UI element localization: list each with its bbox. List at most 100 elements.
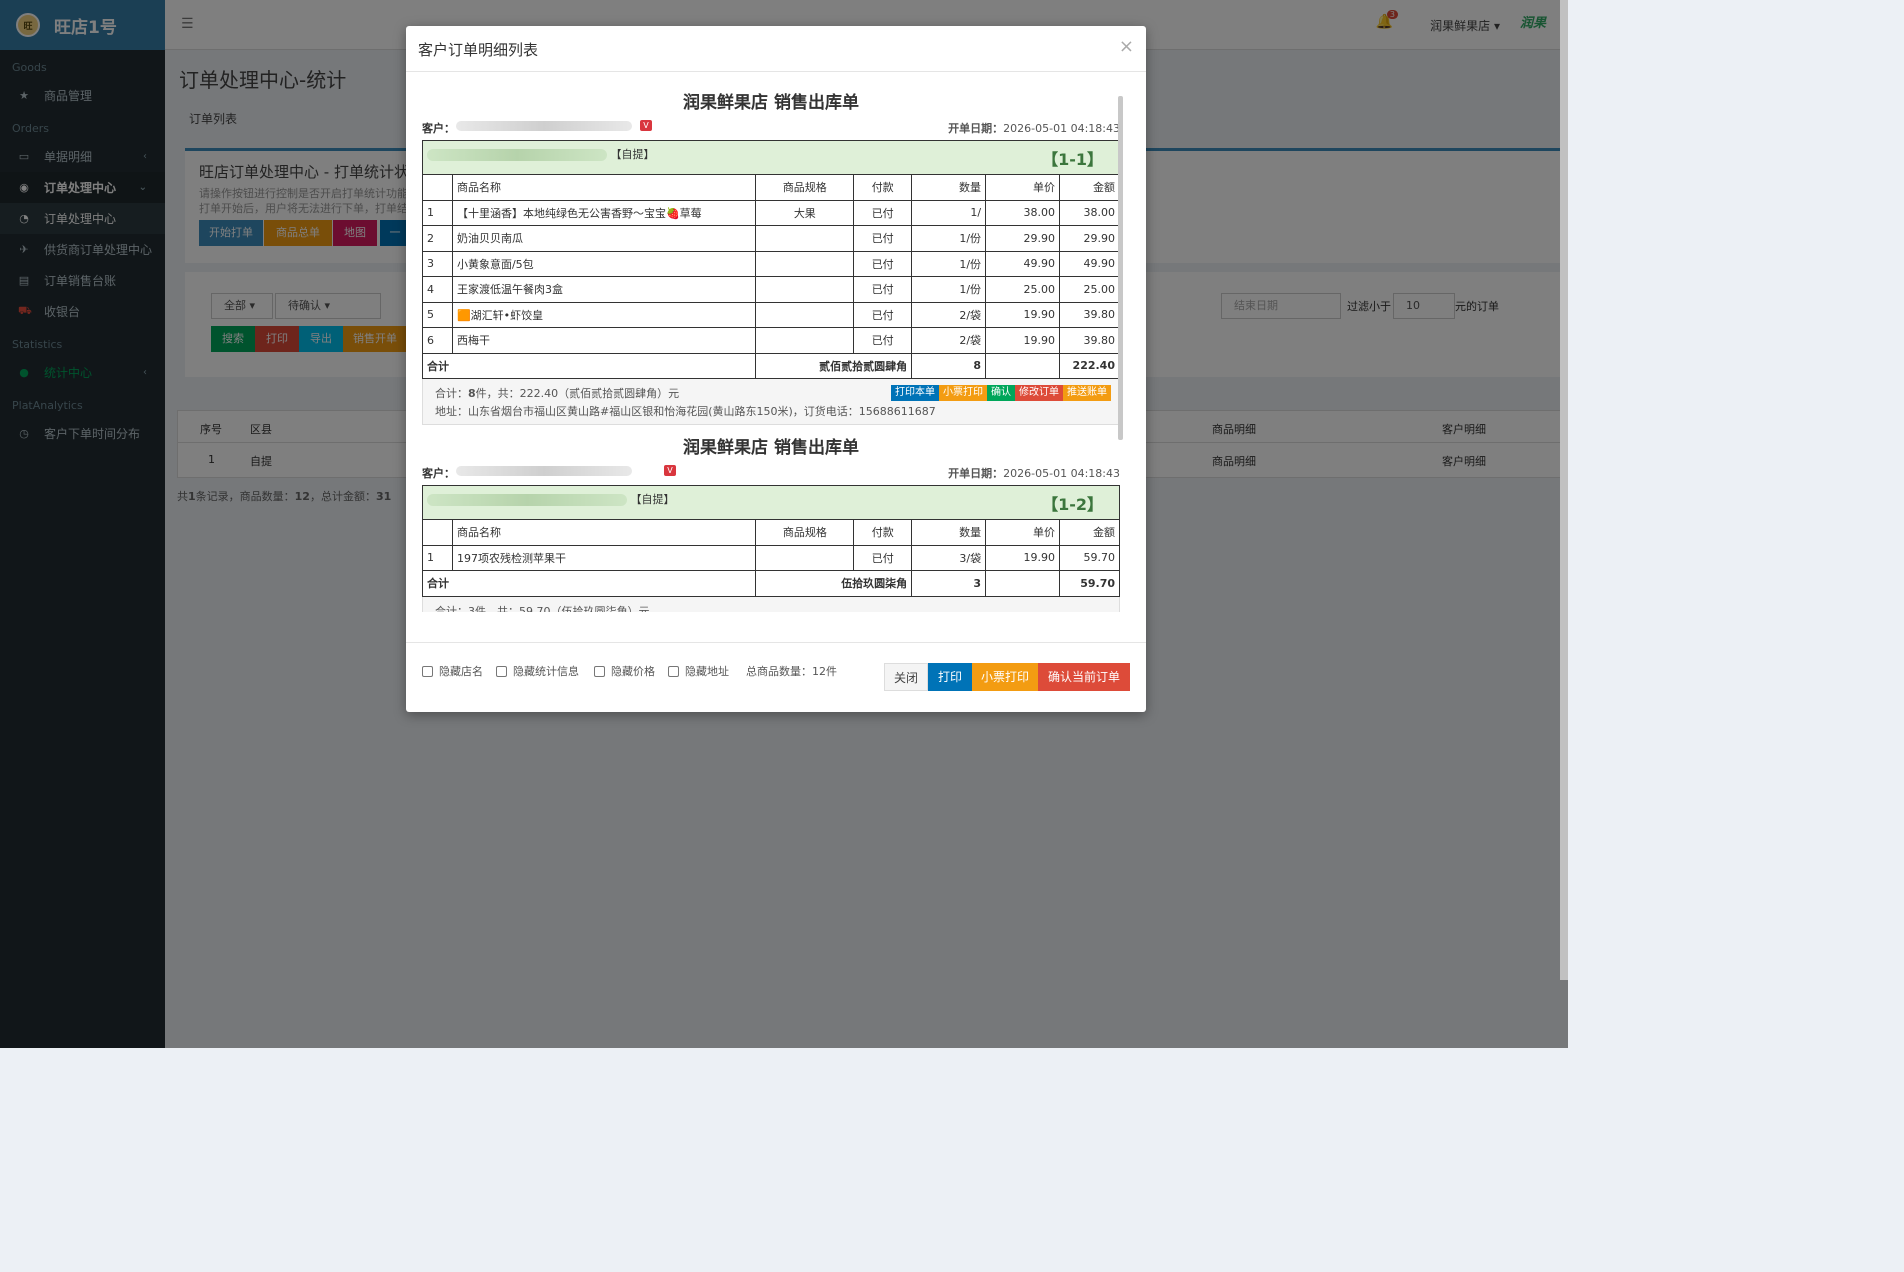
receipt-print-button[interactable]: 小票打印 <box>972 663 1038 691</box>
col-pay: 付款 <box>853 174 913 201</box>
summary-line: 合计：3件，共：59.70（伍拾玖圆柒角）元 <box>435 604 650 613</box>
summary-line: 合计：8件，共：222.40（贰佰贰拾贰圆肆角）元 <box>435 385 679 401</box>
slip-table-header: 商品名称 商品规格 付款 数量 单价 金额 <box>422 519 1120 546</box>
checkbox-label: 隐藏店名 <box>439 665 483 678</box>
row-spec <box>755 544 855 571</box>
checkbox-icon <box>422 665 433 677</box>
hide-store-checkbox[interactable]: 隐藏店名 <box>422 663 483 679</box>
customer-blurred <box>456 121 632 131</box>
checkbox-icon <box>668 665 679 677</box>
row-amount: 39.80 <box>1058 301 1121 328</box>
row-no: 1 <box>422 199 453 226</box>
col-pay: 付款 <box>853 519 913 546</box>
col-qty: 数量 <box>911 174 987 201</box>
row-amount: 49.90 <box>1058 250 1121 277</box>
total-words: 贰佰贰拾贰圆肆角 <box>755 352 913 379</box>
customer-blurred <box>427 148 607 161</box>
address-line: 地址：山东省烟台市福山区黄山路#福山区银和怡海花园(黄山路东150米)，订货电话… <box>435 405 936 418</box>
row-qty: 2/袋 <box>911 301 987 328</box>
total-qty: 8 <box>911 352 987 379</box>
row-no: 3 <box>422 250 453 277</box>
row-no: 4 <box>422 276 453 303</box>
col-amount: 金额 <box>1059 519 1120 546</box>
row-no: 2 <box>422 225 453 252</box>
slip-index: 【1-1】 <box>1042 149 1103 169</box>
row-price: 19.90 <box>985 544 1060 571</box>
total-label: 合计 <box>422 570 757 597</box>
row-qty: 1/份 <box>911 225 987 252</box>
row-pay: 已付 <box>853 276 913 303</box>
slip-meta: 客户： V 开单日期：2026-05-01 04:18:43 <box>422 463 1120 485</box>
slip-meta: 客户： V 开单日期：2026-05-01 04:18:43 <box>422 118 1120 140</box>
row-spec <box>755 301 855 328</box>
customer-blurred <box>427 493 627 506</box>
date-value: 2026-05-01 04:18:43 <box>1003 122 1120 135</box>
slip-summary: 合计：8件，共：222.40（贰佰贰拾贰圆肆角）元 地址：山东省烟台市福山区黄山… <box>422 379 1120 425</box>
print-button[interactable]: 打印 <box>928 663 972 691</box>
row-no: 1 <box>422 544 453 571</box>
slip-table-header: 商品名称 商品规格 付款 数量 单价 金额 <box>422 174 1121 201</box>
row-pay: 已付 <box>853 199 913 226</box>
row-name: 197项农残检测苹果干 <box>451 544 757 571</box>
checkbox-label: 隐藏统计信息 <box>513 665 579 678</box>
row-pay: 已付 <box>853 327 913 354</box>
slip-customer-band: 【自提】 【1-1】 <box>422 140 1120 175</box>
table-row: 1 【十里涵香】本地纯绿色无公害香野～宝宝🍓草莓 大果 已付 1/38.00 38.00 <box>422 199 1121 226</box>
slip-index: 【1-2】 <box>1042 494 1103 514</box>
row-name: 西梅干 <box>451 327 757 354</box>
slip-date: 开单日期：2026-05-01 04:18:43 <box>948 120 1120 136</box>
row-qty: 3/袋 <box>911 544 987 571</box>
hide-price-checkbox[interactable]: 隐藏价格 <box>594 663 655 679</box>
slip-date: 开单日期：2026-05-01 04:18:43 <box>948 465 1120 481</box>
hide-stats-checkbox[interactable]: 隐藏统计信息 <box>496 663 579 679</box>
pickup-tag: 【自提】 <box>610 147 655 161</box>
push-bill-button[interactable]: 推送账单 <box>1063 385 1111 401</box>
col-spec: 商品规格 <box>755 174 855 201</box>
row-name: 【十里涵香】本地纯绿色无公害香野～宝宝🍓草莓 <box>451 199 757 226</box>
table-row: 3 小黄象意面/5包 已付 1/份 49.90 49.90 <box>422 250 1121 277</box>
close-icon[interactable]: × <box>1119 36 1134 57</box>
print-slip-button[interactable]: 打印本单 <box>891 385 939 401</box>
slip-table: 【自提】 【1-1】 商品名称 商品规格 付款 数量 单价 金额 1 【十里涵香】本… <box>422 140 1121 379</box>
total-row: 合计 伍拾玖圆柒角 3 59.70 <box>422 570 1120 597</box>
confirm-button[interactable]: 确认 <box>987 385 1015 401</box>
modal-title: 客户订单明细列表 <box>418 41 539 59</box>
table-row: 5 🟧湖汇轩•虾饺皇 已付 2/袋 19.90 39.80 <box>422 301 1121 328</box>
row-no: 6 <box>422 327 453 354</box>
col-qty: 数量 <box>911 519 987 546</box>
total-goods-count: 总商品数量：12件 <box>746 665 837 678</box>
hide-address-checkbox[interactable]: 隐藏地址 <box>668 663 729 679</box>
order-detail-modal: 客户订单明细列表 × 润果鲜果店 销售出库单 客户： V 开单日期：2026-0… <box>406 26 1146 712</box>
row-name: 奶油贝贝南瓜 <box>451 225 757 252</box>
row-price: 25.00 <box>985 276 1060 303</box>
customer-label: 客户： <box>422 467 455 480</box>
summary-count: 8 <box>468 387 476 400</box>
row-price: 38.00 <box>985 199 1060 226</box>
date-label: 开单日期： <box>948 467 1004 480</box>
col-price: 单价 <box>985 174 1060 201</box>
col-name: 商品名称 <box>451 174 757 201</box>
row-name: 小黄象意面/5包 <box>451 250 757 277</box>
row-name: 王家渡低温午餐肉3盒 <box>451 276 757 303</box>
modal-scrollbar[interactable] <box>1118 96 1123 440</box>
page-scrollbar[interactable] <box>1560 0 1568 980</box>
row-spec: 大果 <box>755 199 855 226</box>
col-amount: 金额 <box>1058 174 1121 201</box>
receipt-print-button[interactable]: 小票打印 <box>939 385 987 401</box>
col-price: 单价 <box>985 519 1060 546</box>
row-pay: 已付 <box>853 301 913 328</box>
row-price: 19.90 <box>985 301 1060 328</box>
edit-order-button[interactable]: 修改订单 <box>1015 385 1063 401</box>
sales-slip: 润果鲜果店 销售出库单 客户： V 开单日期：2026-05-01 04:18:… <box>422 88 1121 425</box>
row-no: 5 <box>422 301 453 328</box>
close-button[interactable]: 关闭 <box>884 663 928 691</box>
total-qty: 3 <box>911 570 987 597</box>
confirm-current-order-button[interactable]: 确认当前订单 <box>1038 663 1130 691</box>
checkbox-icon <box>496 665 507 677</box>
slip-actions: 打印本单 小票打印 确认 修改订单 推送账单 <box>891 385 1111 401</box>
slip-title: 润果鲜果店 销售出库单 <box>683 438 859 458</box>
row-pay: 已付 <box>853 250 913 277</box>
row-amount: 59.70 <box>1059 544 1120 571</box>
table-row: 6 西梅干 已付 2/袋 19.90 39.80 <box>422 327 1121 354</box>
vip-icon: V <box>664 465 676 476</box>
